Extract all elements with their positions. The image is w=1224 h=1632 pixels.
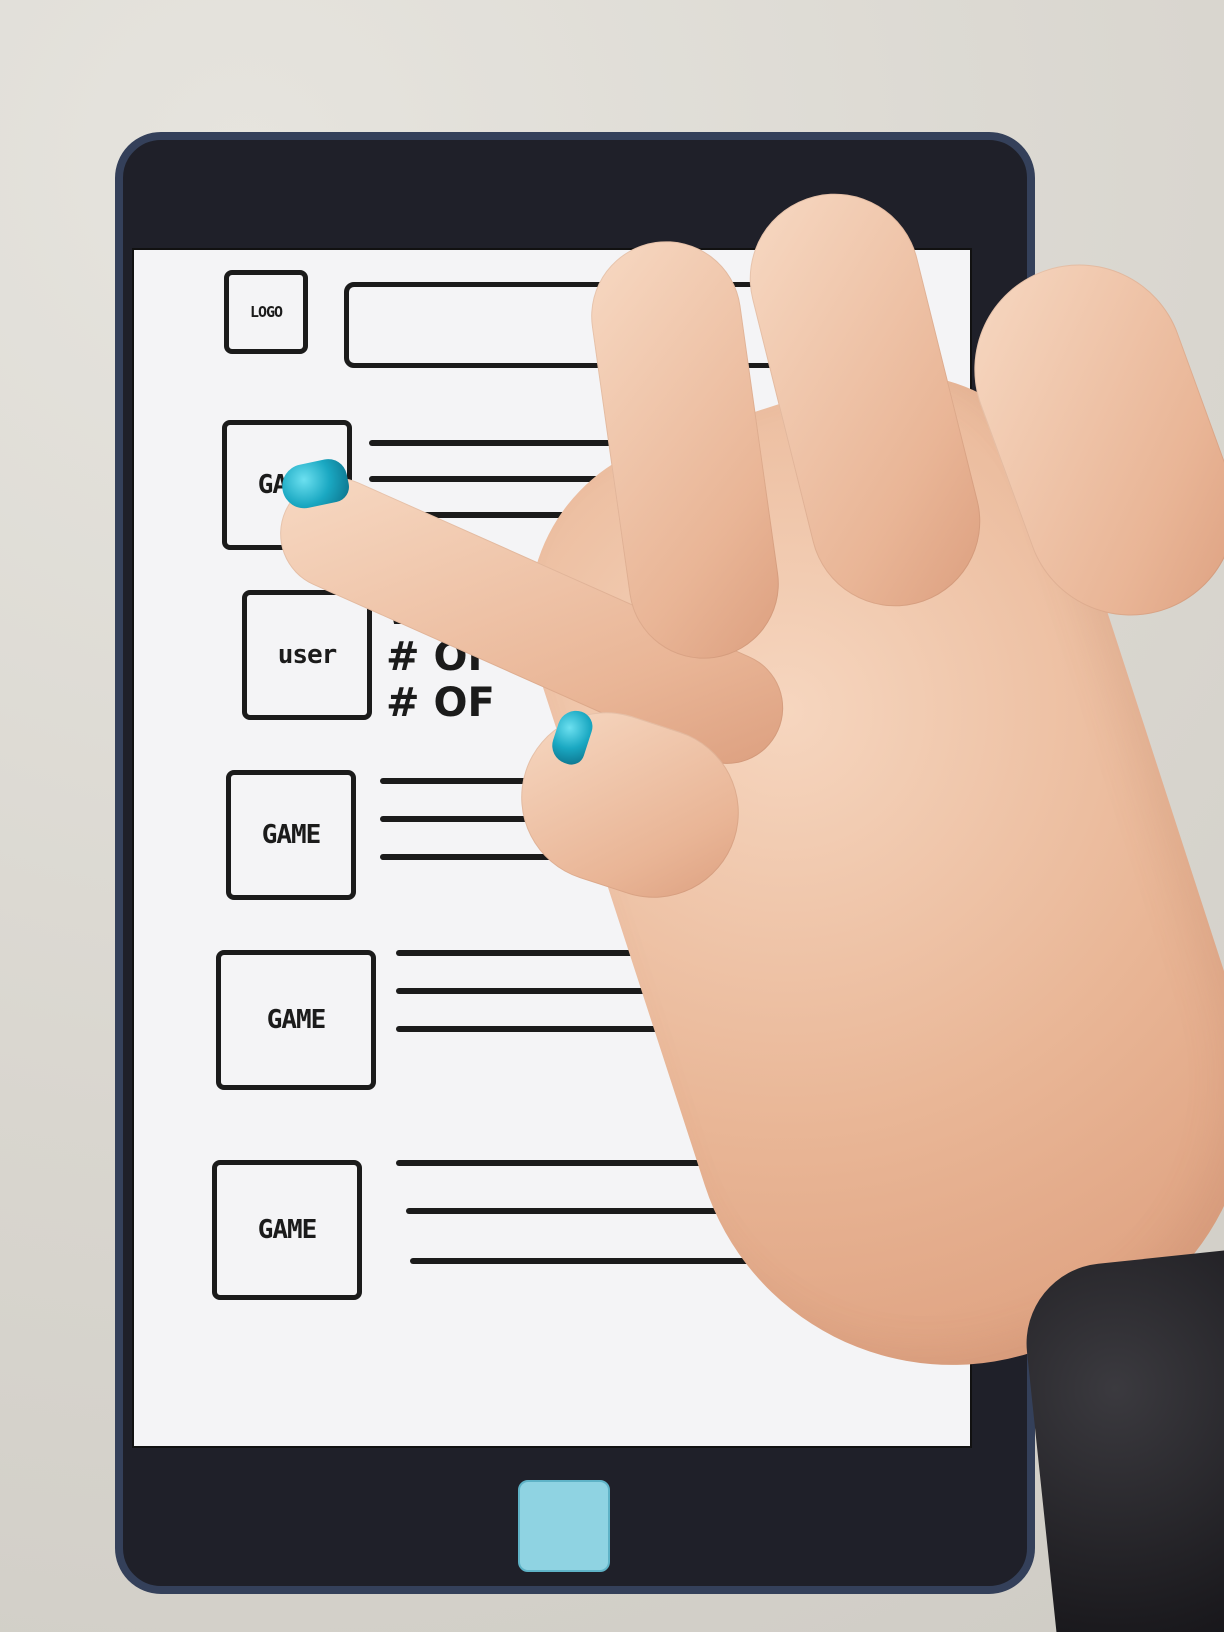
text-line	[406, 1208, 746, 1214]
game-thumbnail[interactable]: GAME	[226, 770, 356, 900]
game-thumbnail-label: GAME	[257, 1215, 318, 1245]
game-thumbnail[interactable]: GAME	[216, 950, 376, 1090]
user-label: user	[277, 640, 338, 670]
logo-box: LOGO	[224, 270, 308, 354]
text-line	[410, 1258, 780, 1264]
user-avatar[interactable]: user	[242, 590, 372, 720]
game-thumbnail-label: GAME	[266, 1005, 327, 1035]
home-button[interactable]	[518, 1480, 610, 1572]
game-thumbnail-label: GAME	[261, 820, 322, 850]
game-thumbnail[interactable]: GAME	[212, 1160, 362, 1300]
text-line	[396, 950, 666, 956]
logo-label: LOGO	[249, 303, 283, 321]
